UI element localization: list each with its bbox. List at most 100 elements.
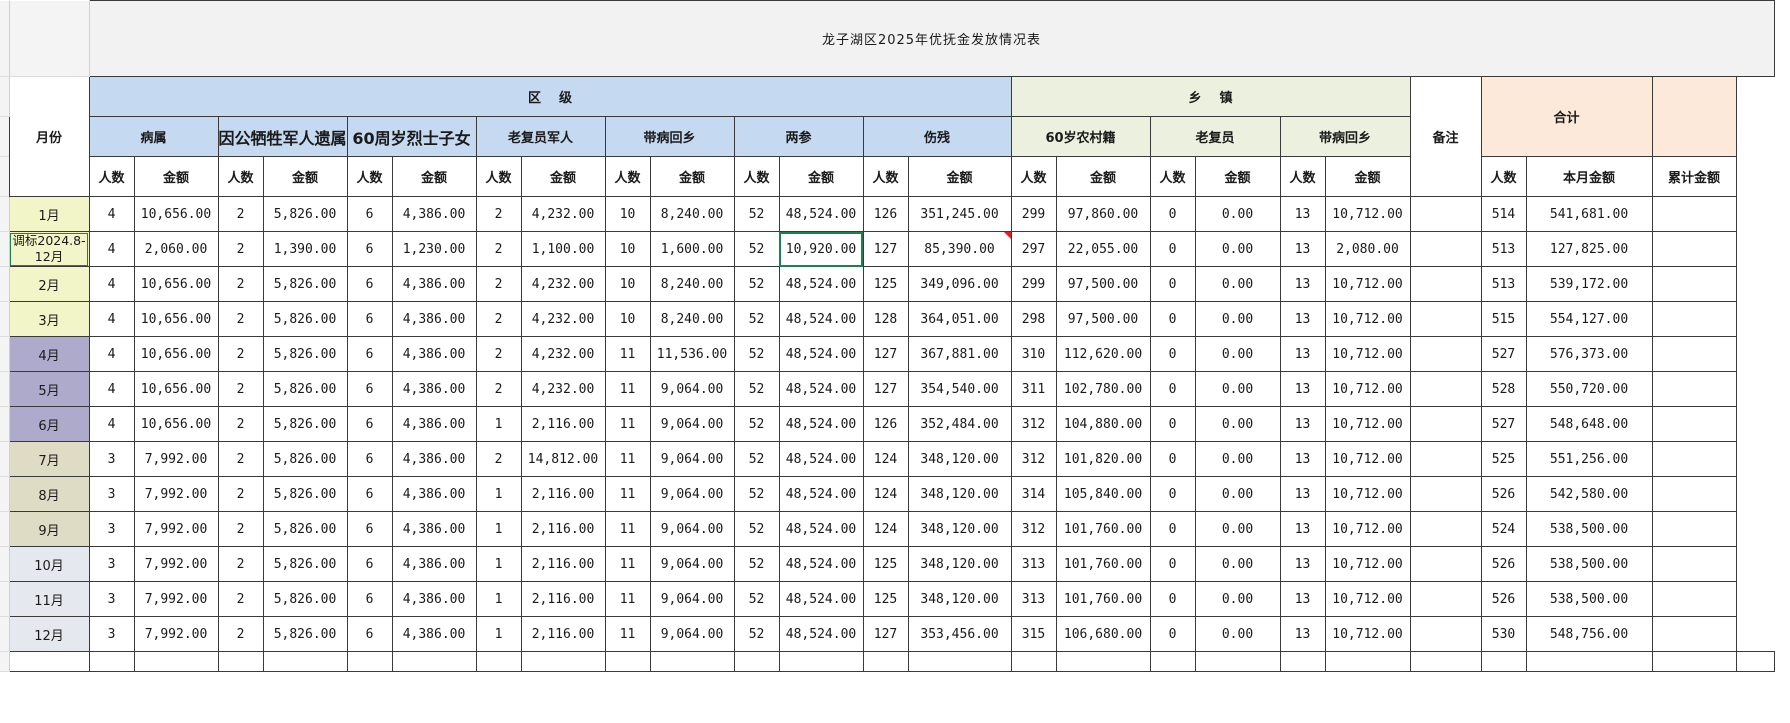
amount-cell[interactable]: 348,120.00 [907, 546, 1012, 582]
amount-cell[interactable]: 0.00 [1194, 476, 1281, 512]
people-cell[interactable]: 127 [862, 336, 909, 372]
amount-cell[interactable]: 1,600.00 [649, 231, 735, 267]
amount-cell[interactable]: 101,760.00 [1055, 511, 1151, 547]
amount-cell[interactable]: 353,456.00 [907, 616, 1012, 652]
empty-cell[interactable] [1055, 651, 1151, 672]
people-cell[interactable]: 11 [604, 441, 651, 477]
remark-cell[interactable] [1409, 441, 1482, 477]
amount-cell[interactable]: 10,656.00 [133, 336, 219, 372]
people-cell[interactable]: 6 [346, 301, 393, 337]
total-people-cell[interactable]: 514 [1480, 196, 1527, 232]
cumulative-amount-cell[interactable] [1651, 546, 1737, 582]
amount-cell[interactable]: 10,656.00 [133, 301, 219, 337]
remark-cell[interactable] [1409, 546, 1482, 582]
empty-cell[interactable] [520, 651, 606, 672]
amount-cell[interactable]: 5,826.00 [262, 546, 348, 582]
empty-cell[interactable] [778, 651, 864, 672]
amount-cell[interactable]: 0.00 [1194, 231, 1281, 267]
people-cell[interactable]: 128 [862, 301, 909, 337]
month-amount-cell[interactable]: 538,500.00 [1525, 581, 1653, 617]
amount-cell[interactable]: 351,245.00 [907, 196, 1012, 232]
amount-cell[interactable]: 10,712.00 [1324, 441, 1411, 477]
amount-cell[interactable]: 112,620.00 [1055, 336, 1151, 372]
people-cell[interactable]: 127 [862, 371, 909, 407]
amount-cell[interactable]: 9,064.00 [649, 476, 735, 512]
amount-cell[interactable]: 4,386.00 [391, 581, 477, 617]
people-cell[interactable]: 2 [475, 441, 522, 477]
amount-cell[interactable]: 4,386.00 [391, 371, 477, 407]
amount-cell[interactable]: 48,524.00 [778, 406, 864, 442]
amount-cell[interactable]: 5,826.00 [262, 581, 348, 617]
cumulative-amount-cell[interactable] [1651, 336, 1737, 372]
people-cell[interactable]: 125 [862, 546, 909, 582]
amount-cell[interactable]: 2,060.00 [133, 231, 219, 267]
people-cell[interactable]: 6 [346, 546, 393, 582]
amount-cell[interactable]: 48,524.00 [778, 336, 864, 372]
people-cell[interactable]: 0 [1149, 441, 1196, 477]
subheader-people[interactable]: 人数 [346, 156, 393, 197]
total-people-cell[interactable]: 526 [1480, 476, 1527, 512]
people-cell[interactable]: 11 [604, 511, 651, 547]
people-cell[interactable]: 4 [88, 336, 135, 372]
people-cell[interactable]: 312 [1010, 511, 1057, 547]
remark-cell[interactable] [1409, 511, 1482, 547]
amount-cell[interactable]: 48,524.00 [778, 266, 864, 302]
people-cell[interactable]: 13 [1279, 441, 1326, 477]
amount-cell[interactable]: 4,386.00 [391, 336, 477, 372]
people-cell[interactable]: 0 [1149, 616, 1196, 652]
people-cell[interactable]: 310 [1010, 336, 1057, 372]
people-cell[interactable]: 2 [475, 301, 522, 337]
people-cell[interactable]: 0 [1149, 231, 1196, 267]
amount-cell[interactable]: 10,656.00 [133, 406, 219, 442]
amount-cell[interactable]: 14,812.00 [520, 441, 606, 477]
people-cell[interactable]: 52 [733, 371, 780, 407]
people-cell[interactable]: 0 [1149, 196, 1196, 232]
people-cell[interactable]: 312 [1010, 441, 1057, 477]
people-cell[interactable]: 4 [88, 406, 135, 442]
empty-cell[interactable] [217, 651, 264, 672]
month-amount-cell[interactable]: 548,756.00 [1525, 616, 1653, 652]
amount-cell[interactable]: 5,826.00 [262, 266, 348, 302]
cumulative-amount-cell[interactable] [1651, 511, 1737, 547]
people-cell[interactable]: 1 [475, 511, 522, 547]
amount-cell[interactable]: 7,992.00 [133, 476, 219, 512]
subheader-amount[interactable]: 金额 [391, 156, 477, 197]
total-people-cell[interactable]: 526 [1480, 546, 1527, 582]
people-cell[interactable]: 6 [346, 266, 393, 302]
people-cell[interactable]: 312 [1010, 406, 1057, 442]
people-cell[interactable]: 52 [733, 476, 780, 512]
remark-cell[interactable] [1409, 581, 1482, 617]
amount-cell[interactable]: 0.00 [1194, 616, 1281, 652]
amount-cell[interactable]: 2,116.00 [520, 581, 606, 617]
month-amount-cell[interactable]: 538,500.00 [1525, 511, 1653, 547]
subheader-people[interactable]: 人数 [1149, 156, 1196, 197]
people-cell[interactable]: 127 [862, 231, 909, 267]
remark-cell[interactable] [1409, 231, 1482, 267]
people-cell[interactable]: 4 [88, 301, 135, 337]
header-township[interactable]: 乡 镇 [1010, 76, 1411, 117]
amount-cell[interactable]: 8,240.00 [649, 266, 735, 302]
people-cell[interactable]: 2 [217, 371, 264, 407]
people-cell[interactable]: 2 [217, 476, 264, 512]
amount-cell[interactable]: 348,120.00 [907, 441, 1012, 477]
total-people-cell[interactable]: 528 [1480, 371, 1527, 407]
empty-cell[interactable] [1525, 651, 1653, 672]
amount-cell[interactable]: 7,992.00 [133, 546, 219, 582]
amount-cell[interactable]: 106,680.00 [1055, 616, 1151, 652]
amount-cell[interactable]: 4,232.00 [520, 301, 606, 337]
people-cell[interactable]: 52 [733, 266, 780, 302]
amount-cell[interactable]: 0.00 [1194, 196, 1281, 232]
month-amount-cell[interactable]: 551,256.00 [1525, 441, 1653, 477]
amount-cell[interactable]: 1,100.00 [520, 231, 606, 267]
amount-cell[interactable]: 0.00 [1194, 546, 1281, 582]
people-cell[interactable]: 0 [1149, 546, 1196, 582]
month-amount-cell[interactable]: 554,127.00 [1525, 301, 1653, 337]
amount-cell[interactable]: 97,500.00 [1055, 266, 1151, 302]
subheader-people[interactable]: 人数 [1279, 156, 1326, 197]
amount-cell[interactable]: 9,064.00 [649, 546, 735, 582]
remark-cell[interactable] [1409, 476, 1482, 512]
subheader-amount[interactable]: 金额 [907, 156, 1012, 197]
empty-cell[interactable] [1324, 651, 1411, 672]
month-amount-cell[interactable]: 127,825.00 [1525, 231, 1653, 267]
amount-cell[interactable]: 10,712.00 [1324, 616, 1411, 652]
